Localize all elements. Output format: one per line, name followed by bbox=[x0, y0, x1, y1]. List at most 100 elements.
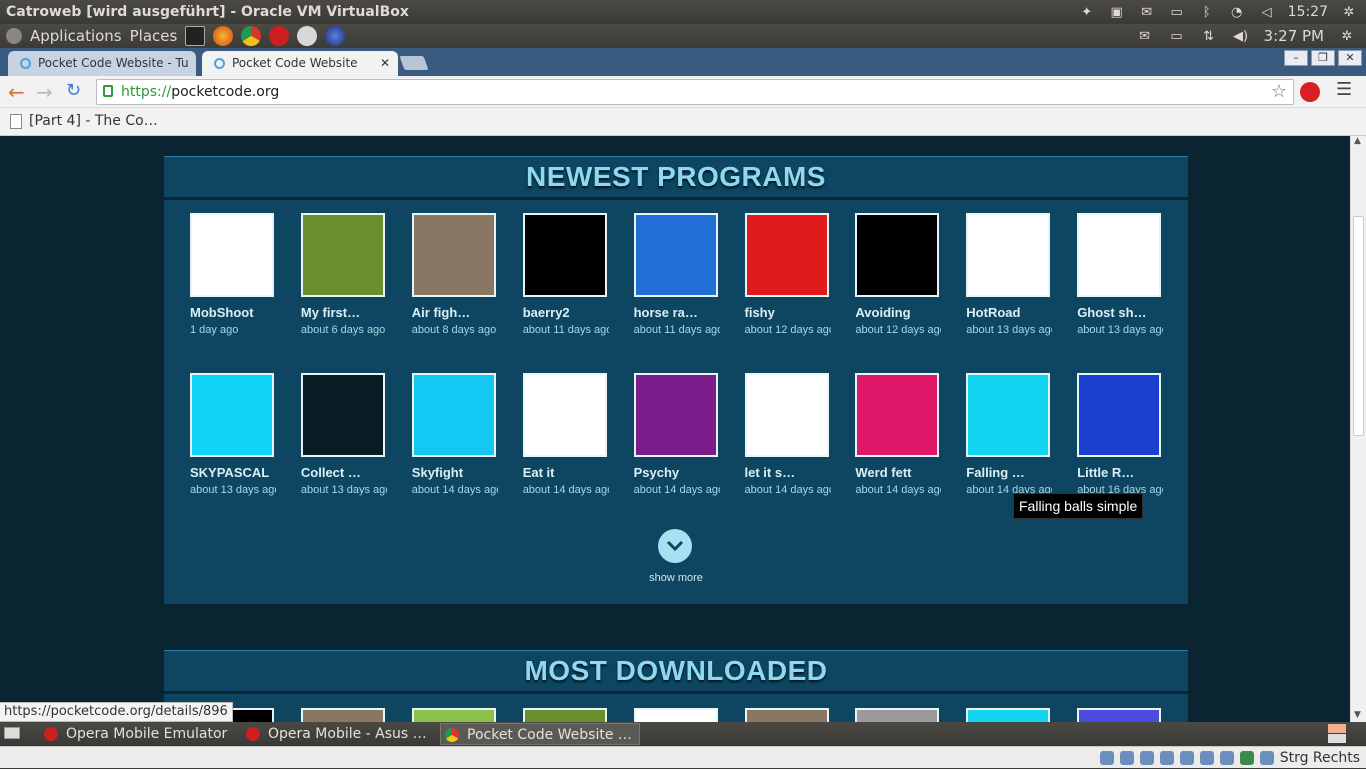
program-card[interactable]: MobShoot 1 day ago bbox=[190, 213, 286, 336]
program-thumbnail[interactable] bbox=[411, 213, 496, 297]
program-card[interactable]: Falling … about 14 days ago bbox=[966, 373, 1062, 496]
display-icon[interactable] bbox=[1199, 751, 1214, 765]
minimize-button[interactable]: – bbox=[1284, 50, 1308, 66]
terminal-icon[interactable] bbox=[185, 26, 206, 46]
firefox-icon[interactable] bbox=[213, 26, 234, 46]
program-thumbnail[interactable] bbox=[744, 213, 829, 297]
scroll-up-icon[interactable]: ▲ bbox=[1354, 136, 1361, 146]
volume-muted-icon[interactable]: ◁ bbox=[1258, 5, 1276, 20]
program-card[interactable]: fishy about 12 days ago bbox=[744, 213, 841, 336]
program-name[interactable]: Werd fett bbox=[855, 465, 951, 480]
page-scrollbar[interactable]: ▲ ▼ bbox=[1350, 136, 1366, 722]
bookmark-star-icon[interactable]: ☆ bbox=[1271, 80, 1287, 104]
bluetooth-icon[interactable]: ᛒ bbox=[1198, 5, 1216, 20]
program-thumbnail[interactable] bbox=[300, 373, 385, 457]
program-name[interactable]: baerry2 bbox=[523, 305, 619, 320]
program-thumbnail[interactable] bbox=[744, 708, 829, 722]
program-name[interactable]: HotRoad bbox=[966, 305, 1062, 320]
taskbar-item-pocket-code[interactable]: Pocket Code Website … bbox=[440, 723, 640, 745]
chrome-menu-icon[interactable]: ☰ bbox=[1336, 79, 1352, 100]
gear-icon[interactable]: ✲ bbox=[1340, 5, 1358, 20]
volume-icon[interactable]: ◀) bbox=[1232, 29, 1250, 44]
program-name[interactable]: My first… bbox=[301, 305, 397, 320]
program-name[interactable]: Skyfight bbox=[412, 465, 508, 480]
eclipse-icon[interactable] bbox=[325, 26, 346, 46]
program-name[interactable]: Eat it bbox=[523, 465, 619, 480]
scrollbar-thumb[interactable] bbox=[1353, 216, 1364, 436]
program-card[interactable]: Eat it about 14 days ago bbox=[522, 373, 619, 496]
workspace-switcher-icon[interactable] bbox=[1328, 724, 1346, 733]
network-adapter-icon[interactable] bbox=[1159, 751, 1174, 765]
address-bar[interactable]: https://pocketcode.org ☆ bbox=[96, 79, 1294, 105]
program-thumbnail[interactable] bbox=[300, 213, 385, 297]
show-more-button[interactable] bbox=[658, 529, 692, 563]
program-thumbnail[interactable] bbox=[411, 708, 496, 722]
program-name[interactable]: SKYPASCAL bbox=[190, 465, 286, 480]
program-thumbnail[interactable] bbox=[633, 373, 718, 457]
program-name[interactable]: fishy bbox=[745, 305, 841, 320]
program-card[interactable]: Psychy about 14 days ago bbox=[633, 373, 730, 496]
program-thumbnail[interactable] bbox=[855, 213, 940, 297]
ubuntu-logo-icon[interactable] bbox=[6, 28, 22, 44]
opera-grey-icon[interactable] bbox=[297, 26, 318, 46]
tab-pocket-code-tutorial[interactable]: Pocket Code Website - Tu bbox=[8, 51, 196, 76]
close-tab-icon[interactable]: ✕ bbox=[380, 51, 390, 76]
taskbar-item-opera-emulator[interactable]: Opera Mobile Emulator bbox=[40, 723, 236, 745]
program-thumbnail[interactable] bbox=[855, 708, 940, 722]
program-card[interactable]: Ghost sh… about 13 days ago bbox=[1077, 213, 1173, 336]
program-thumbnail[interactable] bbox=[522, 213, 607, 297]
program-card[interactable]: horse ra… about 11 days ago bbox=[633, 213, 730, 336]
program-thumbnail[interactable] bbox=[633, 708, 718, 722]
program-card[interactable]: Skyfight about 14 days ago bbox=[411, 373, 508, 496]
program-card[interactable]: HotRoad about 13 days ago bbox=[966, 213, 1062, 336]
dropbox-icon[interactable]: ✦ bbox=[1078, 5, 1096, 20]
program-thumbnail[interactable] bbox=[300, 708, 385, 722]
program-name[interactable]: horse ra… bbox=[634, 305, 730, 320]
window-icon[interactable]: ▣ bbox=[1108, 5, 1126, 20]
program-thumbnail[interactable] bbox=[966, 213, 1051, 297]
usb-icon[interactable] bbox=[1139, 751, 1154, 765]
program-name[interactable]: let it s… bbox=[745, 465, 841, 480]
mail-icon[interactable]: ✉ bbox=[1136, 29, 1154, 44]
battery-icon[interactable]: ▭ bbox=[1168, 29, 1186, 44]
program-thumbnail[interactable] bbox=[190, 213, 274, 297]
back-arrow-icon[interactable]: ← bbox=[8, 80, 25, 104]
bookmark-item[interactable]: [Part 4] - The Co… bbox=[29, 108, 158, 134]
program-card[interactable]: Little R… about 16 days ago bbox=[1077, 373, 1173, 496]
gear-icon[interactable]: ✲ bbox=[1338, 29, 1356, 44]
program-card[interactable]: Collect … about 13 days ago bbox=[300, 373, 397, 496]
places-menu[interactable]: Places bbox=[130, 27, 178, 45]
mail-icon[interactable]: ✉ bbox=[1138, 5, 1156, 20]
applications-menu[interactable]: Applications bbox=[30, 27, 122, 45]
program-thumbnail[interactable] bbox=[1077, 708, 1162, 722]
program-thumbnail[interactable] bbox=[1077, 213, 1162, 297]
program-card[interactable]: baerry2 about 11 days ago bbox=[522, 213, 619, 336]
program-thumbnail[interactable] bbox=[966, 373, 1051, 457]
program-name[interactable]: MobShoot bbox=[190, 305, 286, 320]
wifi-icon[interactable]: ◔ bbox=[1228, 5, 1246, 20]
maximize-button[interactable]: ❐ bbox=[1311, 50, 1335, 66]
program-thumbnail[interactable] bbox=[1077, 373, 1162, 457]
scroll-down-icon[interactable]: ▼ bbox=[1354, 710, 1361, 720]
harddisk-icon[interactable] bbox=[1099, 751, 1114, 765]
program-thumbnail[interactable] bbox=[966, 708, 1051, 722]
adblock-icon[interactable] bbox=[1300, 82, 1320, 102]
taskbar-item-opera-mobile[interactable]: Opera Mobile - Asus … bbox=[242, 723, 432, 745]
network-icon[interactable]: ⇅ bbox=[1200, 29, 1218, 44]
program-thumbnail[interactable] bbox=[522, 373, 607, 457]
workspace-switcher-icon[interactable] bbox=[1328, 734, 1346, 743]
program-card[interactable]: Air figh… about 8 days ago bbox=[411, 213, 508, 336]
show-more-label[interactable]: show more bbox=[634, 572, 718, 584]
forward-arrow-icon[interactable]: → bbox=[36, 80, 53, 104]
program-card[interactable]: Avoiding about 12 days ago bbox=[855, 213, 951, 336]
program-thumbnail[interactable] bbox=[744, 373, 829, 457]
program-thumbnail[interactable] bbox=[411, 373, 496, 457]
program-thumbnail[interactable] bbox=[190, 373, 274, 457]
close-window-button[interactable]: ✕ bbox=[1338, 50, 1362, 66]
program-thumbnail[interactable] bbox=[855, 373, 940, 457]
program-name[interactable]: Collect … bbox=[301, 465, 397, 480]
new-tab-button[interactable] bbox=[399, 56, 429, 70]
shared-folder-icon[interactable] bbox=[1179, 751, 1194, 765]
mouse-integration-icon[interactable] bbox=[1259, 751, 1274, 765]
battery-icon[interactable]: ▭ bbox=[1168, 5, 1186, 20]
